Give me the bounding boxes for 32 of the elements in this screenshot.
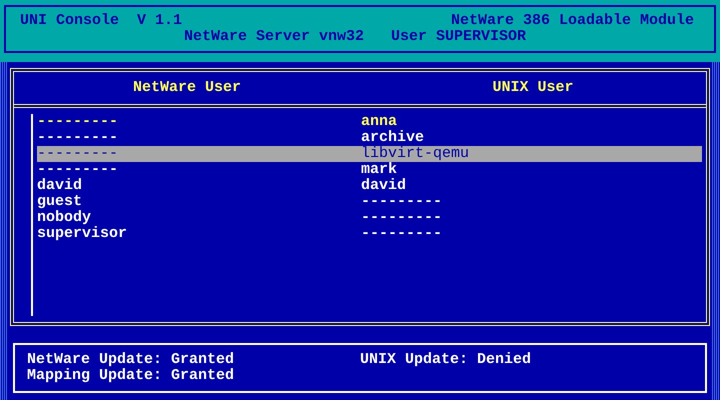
status-text: NetWare Update: Granted <box>27 352 236 368</box>
unix-user: --------- <box>361 194 442 210</box>
netware-user: supervisor <box>37 226 128 242</box>
netware-user: guest <box>37 194 84 210</box>
user-mapping-row[interactable]: --------- mark <box>37 162 702 178</box>
status-text: Mapping Update: Granted <box>27 368 236 384</box>
unix-user: david <box>361 178 406 194</box>
server-info: NetWare Server vnw32 User SUPERVISOR <box>184 28 526 45</box>
user-mapping-row[interactable]: nobody --------- <box>37 210 702 226</box>
unix-user: anna <box>361 114 398 130</box>
unix-user: libvirt-qemu <box>361 146 470 162</box>
column-header: UNIX User <box>492 79 574 96</box>
netware-user: --------- <box>37 130 120 146</box>
netware-user: --------- <box>37 146 120 162</box>
column-header: NetWare User <box>132 79 242 96</box>
user-mapping-row[interactable]: guest --------- <box>37 194 702 210</box>
user-mapping-row[interactable]: david david <box>37 178 702 194</box>
user-mapping-row[interactable]: --------- anna <box>37 114 702 130</box>
module-label: NetWare 386 Loadable Module <box>450 13 694 29</box>
unix-user: --------- <box>361 210 442 226</box>
user-mapping-row[interactable]: supervisor --------- <box>37 226 702 242</box>
netware-user: nobody <box>37 210 92 226</box>
status-text: UNIX Update: Denied <box>360 352 532 368</box>
user-mapping-row[interactable]: --------- archive <box>37 130 702 146</box>
app-title: UNI Console V 1.1 <box>20 13 182 29</box>
netware-user: --------- <box>37 162 120 178</box>
unix-user: archive <box>361 130 424 146</box>
user-mapping-row[interactable]: --------- libvirt-qemu <box>37 146 702 162</box>
netware-user: david <box>37 178 84 194</box>
netware-user: --------- <box>37 114 120 130</box>
unix-user: --------- <box>361 226 442 242</box>
unix-user: mark <box>361 162 398 178</box>
